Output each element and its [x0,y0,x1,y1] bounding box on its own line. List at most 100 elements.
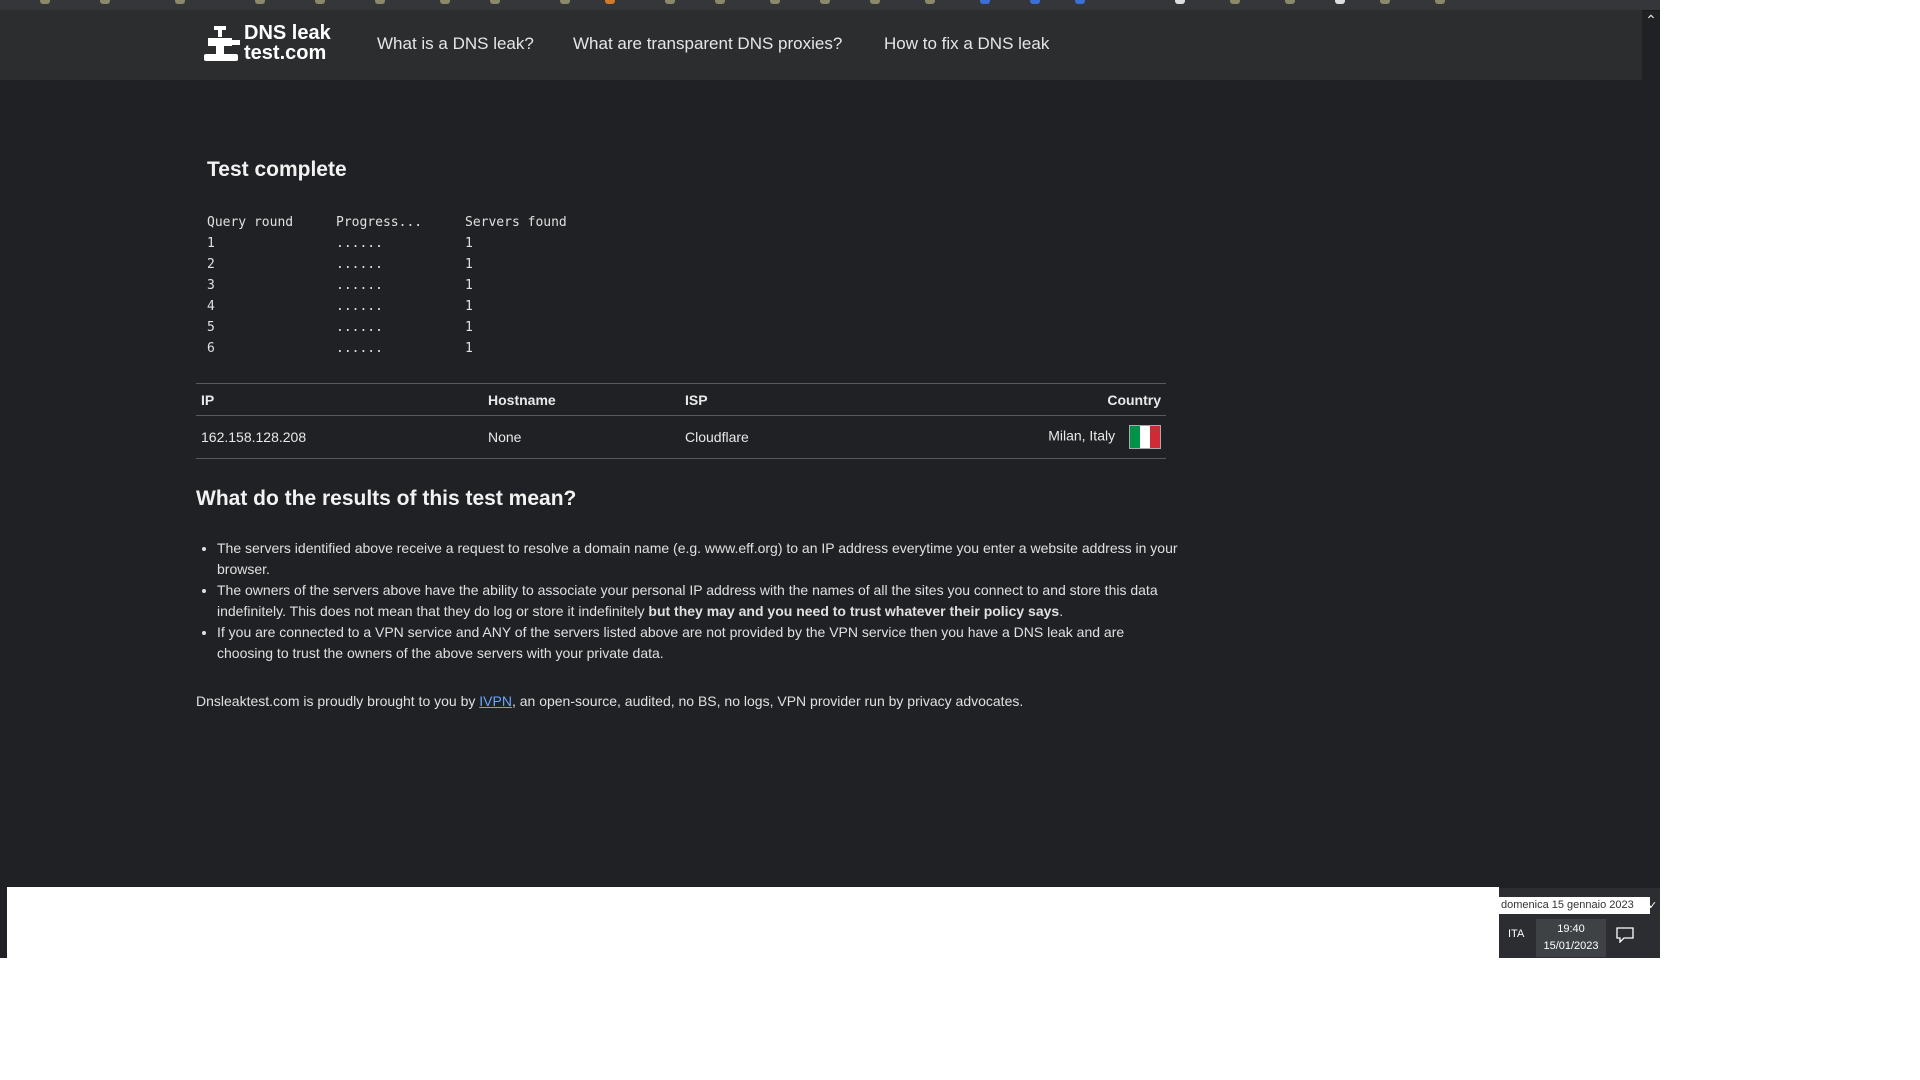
server-ip: 162.158.128.208 [196,415,483,459]
round-progress: ...... [336,299,383,314]
site-logo[interactable]: DNS leak test.com [202,22,342,68]
input-language-indicator[interactable]: ITA [1508,928,1524,940]
round-servers-found: 1 [465,320,473,335]
round-progress: ...... [336,257,383,272]
bookmark-icon[interactable] [560,0,570,4]
explanation-list: The servers identified above receive a r… [196,538,1183,664]
scroll-up-arrow-icon[interactable]: ⌃ [1642,10,1660,30]
blank-taskbar-area [7,887,1499,958]
taskbar-clock[interactable]: 19:40 15/01/2023 [1536,919,1606,957]
bookmark-icon[interactable] [1380,0,1390,4]
table-row: 2 ...... 1 [207,254,615,275]
bookmark-icon[interactable] [1285,0,1295,4]
bookmark-icon[interactable] [715,0,725,4]
list-item: The servers identified above receive a r… [217,538,1183,580]
chevron-down-icon[interactable]: ✓ [1648,899,1657,912]
server-isp: Cloudflare [680,415,900,459]
column-header-query-round: Query round [207,215,294,230]
faucet-icon [204,26,240,61]
nav-link-transparent-dns-proxies[interactable]: What are transparent DNS proxies? [573,34,842,54]
edge-marker [0,932,3,940]
italy-flag-icon [1129,425,1161,449]
nav-link-what-is-dns-leak[interactable]: What is a DNS leak? [377,34,534,54]
bookmark-icon[interactable] [925,0,935,4]
notification-center-icon[interactable] [1616,927,1634,943]
bookmark-icon[interactable] [1030,0,1040,4]
query-rounds-table: Query round Progress... Servers found 1 … [207,212,615,359]
bookmark-icon[interactable] [375,0,385,4]
bookmark-icon[interactable] [1175,0,1185,4]
table-row: 6 ...... 1 [207,338,615,359]
bookmark-icon[interactable] [40,0,50,4]
table-header-row: Query round Progress... Servers found [207,212,615,233]
table-row: 4 ...... 1 [207,296,615,317]
bookmark-icon[interactable] [255,0,265,4]
server-country: Milan, Italy [1048,427,1116,444]
round-number: 6 [207,341,215,356]
list-item-emphasis: but they may and you need to trust whate… [648,603,1060,619]
server-hostname: None [483,415,680,459]
bookmark-icon[interactable] [440,0,450,4]
bookmark-icon[interactable] [1230,0,1240,4]
logo-line-2: test.com [244,42,327,64]
bookmark-icon[interactable] [1075,0,1085,4]
column-header-servers-found: Servers found [465,215,567,230]
table-row: 1 ...... 1 [207,233,615,254]
round-number: 5 [207,320,215,335]
test-status-title: Test complete [207,158,347,181]
screen: DNS leak test.com What is a DNS leak? Wh… [0,0,1920,1080]
column-header-hostname: Hostname [483,383,680,416]
site-navbar: DNS leak test.com What is a DNS leak? Wh… [0,10,1642,80]
round-servers-found: 1 [465,299,473,314]
bookmark-icon[interactable] [175,0,185,4]
bookmark-icon[interactable] [980,0,990,4]
column-header-country: Country [900,383,1166,416]
browser-viewport: DNS leak test.com What is a DNS leak? Wh… [0,0,1660,958]
round-number: 2 [207,257,215,272]
round-progress: ...... [336,320,383,335]
column-header-isp: ISP [680,383,900,416]
logo-line-1: DNS leak [244,22,331,44]
clock-time: 19:40 [1557,923,1585,935]
round-number: 1 [207,236,215,251]
logo-text: DNS leak test.com [244,23,331,63]
table-row: 162.158.128.208 None Cloudflare Milan, I… [196,415,1166,459]
footer-text-post: , an open-source, audited, no BS, no log… [511,693,1024,709]
footer-text-pre: Dnsleaktest.com is proudly brought to yo… [196,693,480,709]
round-progress: ...... [336,341,383,356]
list-item-text-end: . [1059,603,1064,619]
round-servers-found: 1 [465,257,473,272]
list-item: If you are connected to a VPN service an… [217,622,1183,664]
bookmark-icon[interactable] [100,0,110,4]
round-number: 3 [207,278,215,293]
round-servers-found: 1 [465,341,473,356]
bookmark-icon[interactable] [1435,0,1445,4]
server-country-cell: Milan, Italy [900,415,1166,459]
ivpn-link[interactable]: IVPN [479,693,512,709]
bookmark-icon[interactable] [315,0,325,4]
table-row: 3 ...... 1 [207,275,615,296]
bookmark-icon[interactable] [870,0,880,4]
bookmark-icon[interactable] [1335,0,1345,4]
round-servers-found: 1 [465,278,473,293]
bookmark-icon[interactable] [605,0,615,4]
bookmark-icon[interactable] [665,0,675,4]
date-tooltip: domenica 15 gennaio 2023 [1499,897,1650,914]
list-item: The owners of the servers above have the… [217,580,1183,622]
round-progress: ...... [336,236,383,251]
column-header-ip: IP [196,383,483,416]
results-header-row: IP Hostname ISP Country [196,383,1166,416]
round-number: 4 [207,299,215,314]
footer-credit: Dnsleaktest.com is proudly brought to yo… [196,693,1023,709]
round-progress: ...... [336,278,383,293]
bookmark-icon[interactable] [770,0,780,4]
round-servers-found: 1 [465,236,473,251]
column-header-progress: Progress... [336,215,423,230]
dns-servers-results-table: IP Hostname ISP Country 162.158.128.208 … [196,383,1166,459]
nav-link-fix-dns-leak[interactable]: How to fix a DNS leak [884,34,1049,54]
table-row: 5 ...... 1 [207,317,615,338]
explanation-title: What do the results of this test mean? [196,487,577,510]
clock-date: 15/01/2023 [1543,940,1599,952]
bookmark-icon[interactable] [490,0,500,4]
bookmark-icon[interactable] [820,0,830,4]
